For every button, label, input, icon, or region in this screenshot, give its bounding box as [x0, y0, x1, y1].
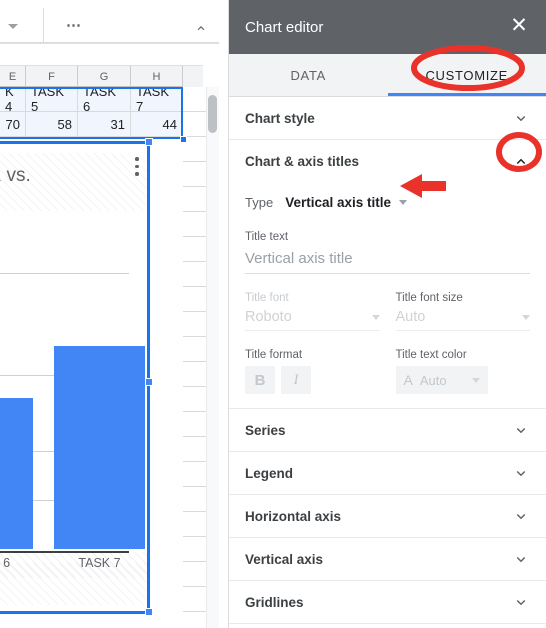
- title-type-row: Type Vertical axis title: [229, 183, 546, 221]
- section-chart-style[interactable]: Chart style: [229, 97, 546, 140]
- spreadsheet-toolbar: ⋯: [0, 0, 228, 44]
- title-text-input[interactable]: [245, 248, 530, 274]
- toolbar-left-cell[interactable]: [0, 8, 44, 43]
- title-text-color-label: Title text color: [395, 349, 467, 361]
- embedded-chart[interactable]: TASK vs. TASK 6 TASK 7: [0, 142, 148, 614]
- chart-resize-handle-br[interactable]: [145, 608, 153, 616]
- chevron-up-icon[interactable]: [512, 153, 530, 171]
- section-label: Chart style: [245, 110, 315, 126]
- caret-down-icon: [371, 314, 380, 320]
- title-font-col: Title font Roboto: [245, 292, 380, 331]
- sheet-right-gutter: [219, 0, 228, 628]
- title-font-size-select[interactable]: Auto: [395, 309, 530, 331]
- text-color-icon: A: [403, 372, 413, 388]
- title-font-select[interactable]: Roboto: [245, 309, 380, 331]
- chart-title: TASK vs.: [0, 165, 31, 186]
- table-row: 70 58 31 44: [0, 112, 203, 137]
- title-type-dropdown[interactable]: Vertical axis title: [285, 195, 407, 210]
- title-format-label: Title format: [245, 349, 303, 361]
- section-series[interactable]: Series: [229, 409, 546, 452]
- title-font-size-label: Title font size: [395, 292, 463, 304]
- caret-down-icon: [471, 377, 480, 383]
- section-vertical-axis[interactable]: Vertical axis: [229, 538, 546, 581]
- caret-down-icon[interactable]: [8, 24, 18, 29]
- bar-task-6[interactable]: [0, 398, 33, 549]
- italic-button[interactable]: I: [281, 366, 311, 394]
- section-label: Legend: [245, 465, 294, 481]
- bold-button[interactable]: B: [245, 366, 275, 394]
- section-label: Chart & axis titles: [245, 154, 360, 169]
- panel-title: Chart editor: [245, 18, 324, 36]
- caret-down-icon: [522, 314, 530, 320]
- panel-tabs: DATA CUSTOMIZE: [229, 54, 546, 97]
- title-font-value: Roboto: [245, 309, 292, 325]
- cell-h-value[interactable]: 44: [131, 112, 183, 137]
- title-font-size-col: Title font size Auto: [395, 292, 530, 331]
- caret-down-icon[interactable]: [399, 199, 407, 205]
- cell-g-label[interactable]: TASK 6: [78, 84, 131, 114]
- chevron-down-icon[interactable]: [512, 464, 530, 482]
- tab-customize[interactable]: CUSTOMIZE: [388, 54, 546, 97]
- cell-e-value[interactable]: 70: [0, 112, 26, 137]
- chart-selection-top: [0, 141, 150, 144]
- chevron-down-icon[interactable]: [512, 593, 530, 611]
- chart-selection-bottom: [0, 611, 150, 614]
- gridline: [0, 273, 129, 274]
- cell-g-value[interactable]: 31: [78, 112, 131, 137]
- spreadsheet-area: ⋯ E F G H K 4 TASK 5 TASK 6 TASK 7 70 58…: [0, 0, 228, 628]
- cell-f-value[interactable]: 58: [26, 112, 78, 137]
- more-vert-icon[interactable]: [135, 157, 139, 180]
- format-buttons: B I: [245, 366, 380, 394]
- chevron-down-icon[interactable]: [512, 550, 530, 568]
- cell-h-label[interactable]: TASK 7: [131, 84, 183, 114]
- more-options-button[interactable]: ⋯: [66, 18, 83, 33]
- column-header-blank: [183, 66, 203, 88]
- chevron-down-icon[interactable]: [512, 109, 530, 127]
- format-row: Title format B I Title text color A Auto: [229, 331, 546, 394]
- chevron-down-icon[interactable]: [512, 421, 530, 439]
- title-font-label: Title font: [245, 292, 289, 304]
- close-icon[interactable]: ✕: [508, 15, 530, 38]
- title-text-label: Title text: [245, 231, 289, 243]
- chart-editor-panel: Chart editor ✕ DATA CUSTOMIZE Chart styl…: [228, 0, 546, 628]
- vertical-scrollbar-track[interactable]: [206, 87, 219, 628]
- cell-f-label[interactable]: TASK 5: [26, 84, 78, 114]
- vertical-scrollbar-thumb[interactable]: [208, 95, 217, 133]
- font-row: Title font Roboto Title font size Auto: [229, 278, 546, 331]
- range-fill-handle[interactable]: [180, 136, 187, 143]
- chart-footer-hatch: [0, 563, 147, 605]
- table-row: K 4 TASK 5 TASK 6 TASK 7: [0, 84, 203, 114]
- section-label: Gridlines: [245, 594, 304, 610]
- tab-data[interactable]: DATA: [229, 54, 388, 97]
- screen: ⋯ E F G H K 4 TASK 5 TASK 6 TASK 7 70 58…: [0, 0, 546, 628]
- section-label: Vertical axis: [245, 551, 324, 567]
- title-text-color-col: Title text color A Auto: [395, 349, 531, 394]
- text-color-value: Auto: [419, 372, 447, 388]
- title-font-size-value: Auto: [395, 309, 426, 325]
- section-legend[interactable]: Legend: [229, 452, 546, 495]
- active-tab-underline: [387, 93, 546, 96]
- chevron-up-icon[interactable]: [194, 21, 208, 35]
- text-color-button[interactable]: A Auto: [395, 366, 488, 394]
- title-format-col: Title format B I: [245, 349, 380, 394]
- title-type-value: Vertical axis title: [285, 194, 391, 210]
- bar-task-7[interactable]: [54, 346, 145, 549]
- section-horizontal-axis[interactable]: Horizontal axis: [229, 495, 546, 538]
- section-label: Series: [245, 422, 286, 438]
- chart-resize-handle-tr[interactable]: [145, 138, 153, 146]
- chart-resize-handle-r[interactable]: [145, 378, 153, 386]
- toolbar-main: ⋯: [44, 8, 228, 43]
- section-label: Horizontal axis: [245, 508, 342, 524]
- section-gridlines[interactable]: Gridlines: [229, 581, 546, 624]
- chevron-down-icon[interactable]: [512, 507, 530, 525]
- panel-header: Chart editor ✕: [229, 0, 546, 54]
- section-chart-axis-titles[interactable]: Chart & axis titles: [229, 140, 546, 183]
- type-label: Type: [245, 194, 274, 210]
- cell-e-label[interactable]: K 4: [0, 84, 26, 114]
- title-text-field-block: Title text: [229, 221, 546, 278]
